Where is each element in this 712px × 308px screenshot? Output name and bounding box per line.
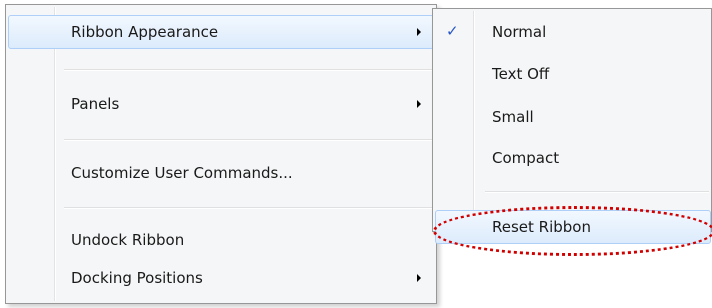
ribbon-appearance-submenu: ✓ Normal Text Off Small Compact Reset Ri…: [432, 8, 712, 244]
submenu-item-small[interactable]: Small: [435, 100, 709, 134]
menu-item-customize-user-commands[interactable]: Customize User Commands...: [8, 156, 434, 190]
submenu-item-label: Small: [492, 108, 534, 126]
menu-item-label: Panels: [71, 95, 120, 113]
submenu-arrow-icon: [417, 274, 421, 282]
menu-separator: [64, 207, 434, 209]
menu-item-label: Customize User Commands...: [71, 164, 293, 182]
submenu-item-reset-ribbon[interactable]: Reset Ribbon: [435, 210, 711, 244]
submenu-item-label: Compact: [492, 149, 560, 167]
menu-item-docking-positions[interactable]: Docking Positions: [8, 261, 434, 295]
submenu-item-label: Reset Ribbon: [492, 218, 591, 236]
menu-item-undock-ribbon[interactable]: Undock Ribbon: [8, 223, 434, 257]
submenu-item-text-off[interactable]: Text Off: [435, 57, 709, 91]
menu-item-ribbon-appearance[interactable]: Ribbon Appearance: [8, 15, 434, 49]
menu-item-label: Ribbon Appearance: [71, 23, 219, 41]
submenu-arrow-icon: [417, 100, 421, 108]
submenu-item-label: Normal: [492, 23, 547, 41]
menu-separator: [64, 139, 434, 141]
submenu-arrow-icon: [417, 28, 421, 36]
menu-separator: [485, 191, 709, 193]
menu-separator: [64, 69, 434, 71]
submenu-item-normal[interactable]: ✓ Normal: [435, 15, 709, 49]
submenu-item-compact[interactable]: Compact: [435, 141, 709, 175]
menu-item-panels[interactable]: Panels: [8, 87, 434, 121]
context-menu: Ribbon Appearance Panels Customize User …: [5, 4, 437, 304]
menu-item-label: Docking Positions: [71, 269, 203, 287]
menu-item-label: Undock Ribbon: [71, 231, 185, 249]
submenu-item-label: Text Off: [492, 65, 550, 83]
checkmark-icon: ✓: [446, 22, 459, 40]
